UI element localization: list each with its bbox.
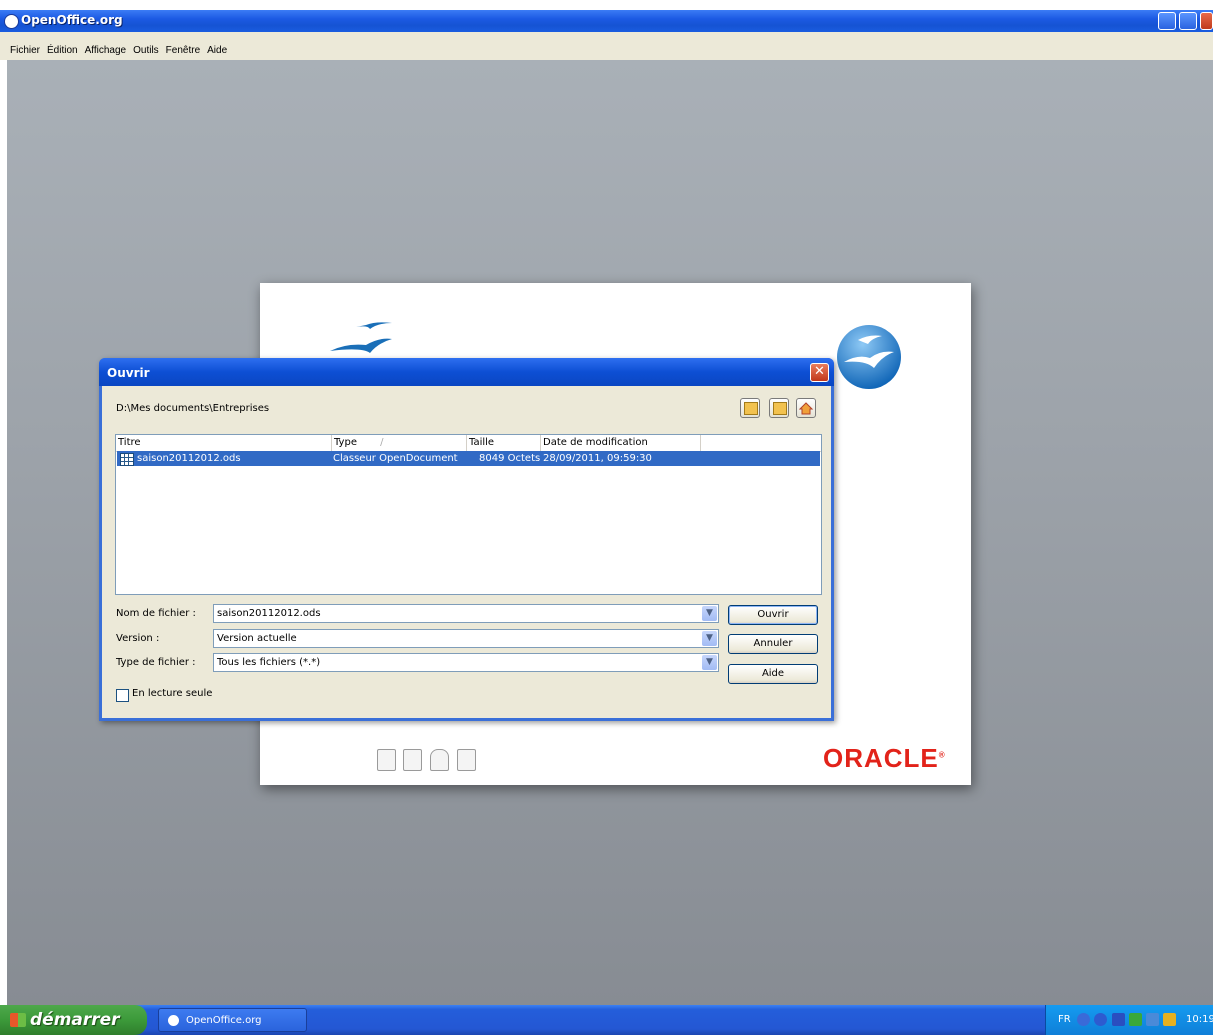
version-value: Version actuelle [217, 633, 297, 644]
user-icon[interactable] [430, 749, 449, 771]
current-path: D:\Mes documents\Entreprises [116, 403, 270, 414]
tray-network-icon[interactable] [1094, 1013, 1107, 1026]
filetype-combo[interactable]: Tous les fichiers (*.*) ▼ [213, 653, 719, 672]
openoffice-app-icon [4, 14, 19, 29]
filename-value: saison20112012.ods [217, 608, 321, 619]
system-tray: FR 10:19 [1045, 1005, 1213, 1035]
taskbar-task-label: OpenOffice.org [186, 1015, 262, 1026]
windows-logo-icon [10, 1013, 26, 1027]
filename-label: Nom de fichier : [116, 608, 196, 619]
openoffice-globe-icon [837, 325, 901, 389]
filetype-value: Tous les fichiers (*.*) [217, 657, 321, 668]
dialog-titlebar[interactable]: Ouvrir ✕ [99, 358, 834, 386]
chevron-down-icon[interactable]: ▼ [702, 655, 717, 670]
column-header-date[interactable]: Date de modification [541, 435, 701, 451]
menu-fichier[interactable]: Fichier [10, 45, 40, 56]
home-icon [798, 402, 814, 415]
column-header-size[interactable]: Taille [467, 435, 541, 451]
readonly-checkbox[interactable] [116, 689, 129, 702]
open-dialog: Ouvrir ✕ D:\Mes documents\Entreprises Ti… [99, 358, 834, 721]
file-list-header: Titre Type / Taille Date de modification [116, 435, 821, 452]
oracle-logo: ORACLE® [823, 743, 946, 773]
openoffice-app-icon [168, 1015, 179, 1026]
up-one-level-button[interactable] [740, 398, 760, 418]
spreadsheet-file-icon [120, 453, 134, 466]
file-list[interactable]: Titre Type / Taille Date de modification… [115, 434, 822, 595]
help-button[interactable]: Aide [728, 664, 818, 684]
file-name: saison20112012.ods [137, 453, 241, 464]
tray-z-icon[interactable] [1112, 1013, 1125, 1026]
tray-app-icon[interactable] [1077, 1013, 1090, 1026]
version-combo[interactable]: Version actuelle ▼ [213, 629, 719, 648]
dialog-title: Ouvrir [107, 366, 150, 380]
tray-shield-icon[interactable] [1129, 1013, 1142, 1026]
menu-fenetre[interactable]: Fenêtre [166, 45, 200, 56]
clock: 10:19 [1186, 1014, 1213, 1025]
dialog-body: D:\Mes documents\Entreprises Titre Type … [102, 386, 831, 718]
window-titlebar[interactable]: OpenOffice.org [0, 10, 1213, 32]
restore-button[interactable] [1179, 12, 1197, 30]
file-row[interactable]: saison20112012.ods Classeur OpenDocument… [117, 451, 820, 466]
close-window-button[interactable] [1200, 12, 1213, 30]
new-folder-icon [773, 402, 787, 415]
start-label: démarrer [30, 1010, 120, 1030]
taskbar-openoffice-button[interactable]: OpenOffice.org [158, 1008, 307, 1032]
file-date: 28/09/2011, 09:59:30 [543, 453, 652, 464]
file-size: 8049 Octets [479, 453, 541, 464]
menu-bar: Fichier Édition Affichage Outils Fenêtre… [0, 32, 1213, 60]
cancel-button[interactable]: Annuler [728, 634, 818, 654]
menu-edition[interactable]: Édition [47, 45, 78, 56]
tray-monitor-icon[interactable] [1146, 1013, 1159, 1026]
window-title: OpenOffice.org [21, 13, 123, 27]
column-header-type[interactable]: Type / [332, 435, 467, 451]
filename-combo[interactable]: saison20112012.ods ▼ [213, 604, 719, 623]
tray-security-icon[interactable] [1163, 1013, 1176, 1026]
open-button[interactable]: Ouvrir [728, 605, 818, 625]
menu-affichage[interactable]: Affichage [85, 45, 127, 56]
folder-up-icon [744, 402, 758, 415]
info-icon[interactable] [457, 749, 476, 771]
chevron-down-icon[interactable]: ▼ [702, 631, 717, 646]
taskbar: démarrer OpenOffice.org FR 10:19 [0, 1005, 1213, 1035]
seagulls-logo-icon [330, 322, 392, 353]
minimize-button[interactable] [1158, 12, 1176, 30]
start-button[interactable]: démarrer [0, 1005, 147, 1035]
templates-icon[interactable] [377, 749, 396, 771]
filetype-label: Type de fichier : [116, 657, 196, 668]
chevron-down-icon[interactable]: ▼ [702, 606, 717, 621]
file-type: Classeur OpenDocument [333, 453, 458, 464]
sort-indicator-icon: / [380, 437, 384, 448]
menu-outils[interactable]: Outils [133, 45, 159, 56]
new-folder-button[interactable] [769, 398, 789, 418]
version-label: Version : [116, 633, 160, 644]
default-directory-button[interactable] [796, 398, 816, 418]
extensions-icon[interactable] [403, 749, 422, 771]
readonly-label[interactable]: En lecture seule [132, 688, 212, 699]
menu-aide[interactable]: Aide [207, 45, 227, 56]
column-header-type-label: Type [334, 437, 357, 448]
dialog-close-button[interactable]: ✕ [810, 363, 829, 382]
column-header-title[interactable]: Titre [116, 435, 332, 451]
language-indicator[interactable]: FR [1058, 1014, 1071, 1025]
